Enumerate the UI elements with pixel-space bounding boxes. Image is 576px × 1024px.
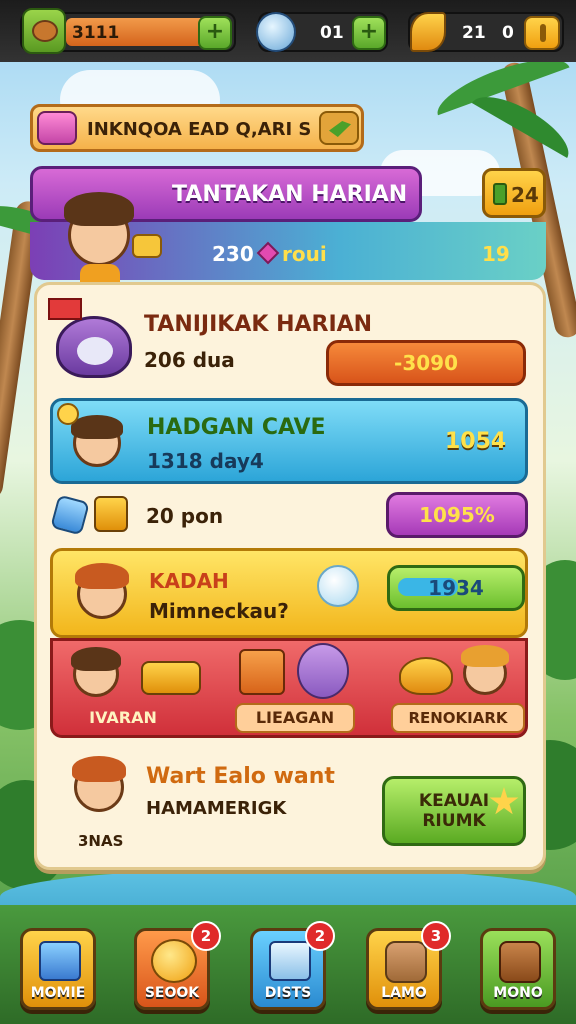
daily-task-title: TANTAKAN HARIAN (172, 182, 408, 207)
bottom-card-sub: HAMAMERIGK (146, 798, 287, 819)
bread-icon (399, 657, 453, 695)
nav-mono[interactable]: MONO (480, 928, 556, 1010)
star-badge-icon (57, 403, 79, 425)
energy-count: 21 (462, 23, 486, 43)
header-sub-value: 230 (212, 242, 254, 266)
task-2-value: 1054 (445, 429, 507, 454)
bottom-card-title: Wart Ealo want (146, 764, 335, 789)
task-3-sub: 20 pon (146, 504, 224, 528)
task-3-value: 1095% (419, 503, 495, 527)
player-avatar (50, 180, 162, 284)
flag-icon (48, 298, 82, 320)
battery-icon (493, 183, 507, 205)
nav-lamo-badge: 3 (421, 921, 451, 951)
add-coins-button[interactable]: + (198, 16, 232, 50)
energy-add-button[interactable] (524, 16, 560, 50)
task-4-value: 1934 (428, 576, 484, 600)
nav-home[interactable]: MOMIE (20, 928, 96, 1010)
header-sub-label: roui (282, 242, 327, 266)
star-kid-avatar (67, 559, 137, 631)
purple-pet-icon (297, 643, 349, 699)
battery-badge[interactable]: 24 (482, 168, 546, 218)
nav-lamo[interactable]: LAMO 3 (366, 921, 451, 1010)
nav-book-label: SEOOK (144, 985, 200, 1001)
task-2-title: HADGAN CAVE (147, 415, 326, 440)
resource-gems: 01 + (256, 12, 388, 52)
task-4-sub: Mimneckau? (149, 599, 289, 623)
reward-label-1[interactable]: IVARAN (63, 703, 183, 733)
battery-badge-value: 24 (511, 183, 539, 207)
reward-label-3-text: RENOKIARK (408, 709, 508, 727)
add-gems-button[interactable]: + (352, 16, 386, 50)
task-row-2[interactable]: HADGAN CAVE 1318 day4 1054 (50, 398, 528, 484)
glove-icon (141, 661, 201, 695)
task-4-title: KADAH (149, 569, 229, 593)
claim-button-line-2: RIUMK (422, 811, 486, 831)
task-row-3[interactable]: 20 pon 1095% (50, 490, 528, 542)
task-3-value-button[interactable]: 1095% (386, 492, 528, 538)
nav-book[interactable]: SEOOK 2 (134, 921, 221, 1010)
totem-icon (499, 941, 541, 983)
girl-wave-avatar (64, 754, 138, 830)
task-row-1[interactable]: TANIJIKAK HARIAN 206 dua -3090 (46, 296, 532, 392)
reward-label-2[interactable]: LIEAGAN (235, 703, 355, 733)
event-banner[interactable]: INKNQOA EAD Q,ARI S (30, 104, 364, 152)
header-right-value: 19 (482, 242, 510, 266)
nav-dists[interactable]: DISTS 2 (250, 921, 335, 1010)
reward-label-1-text: IVARAN (89, 708, 157, 727)
nav-dists-label: DISTS (264, 985, 312, 1001)
task-2-sub: 1318 day4 (147, 449, 264, 473)
box-icon (39, 941, 81, 981)
gem-icon (256, 12, 296, 52)
avatar-label: 3NAS (78, 832, 124, 850)
bottom-task-card[interactable]: 3NAS Wart Ealo want HAMAMERIGK KEAUAI RI… (50, 752, 528, 860)
arrow-icon (319, 111, 359, 145)
cube-icon (269, 941, 311, 981)
claim-button[interactable]: KEAUAI RIUMK (382, 776, 526, 846)
boy-avatar (69, 645, 125, 701)
task-1-sub: 206 dua (144, 348, 235, 372)
energy-secondary-count: 0 (502, 23, 514, 43)
banner-title: INKNQOA EAD Q,ARI S (87, 119, 312, 140)
treasure-box-icon (37, 111, 77, 145)
book-icon (239, 649, 285, 695)
top-resource-bar: 3111 + 01 + 21 0 (0, 0, 576, 62)
resource-energy: 21 0 (408, 12, 564, 52)
purple-creature-icon (56, 316, 132, 378)
daily-task-header: TANTAKAN HARIAN 24 230 roui 19 (30, 166, 548, 286)
nav-home-label: MOMIE (30, 985, 86, 1001)
cookie-icon (32, 20, 58, 42)
task-1-value: -3090 (394, 351, 458, 375)
task-row-4[interactable]: KADAH Mimneckau? 1934 (50, 548, 528, 638)
bear-icon (385, 941, 427, 983)
shield-icon (50, 494, 90, 536)
resource-coins: 3111 + (20, 8, 236, 54)
task-4-progress-button[interactable]: 1934 (387, 565, 525, 611)
nav-book-badge: 2 (191, 921, 221, 951)
card-icon (94, 496, 128, 532)
elf-avatar (457, 643, 513, 701)
reward-strip: IVARAN LIEAGAN RENOKIARK (50, 638, 528, 738)
reward-label-2-text: LIEAGAN (255, 708, 335, 727)
leaf-icon (410, 12, 446, 52)
nav-dists-badge: 2 (305, 921, 335, 951)
reward-label-3[interactable]: RENOKIARK (391, 703, 525, 733)
bubble-icon (317, 565, 359, 607)
task-1-value-button[interactable]: -3090 (326, 340, 526, 386)
coin-count: 3111 (72, 23, 120, 43)
gem-count: 01 (320, 23, 344, 43)
task-1-title: TANIJIKAK HARIAN (144, 312, 373, 337)
smiley-icon (151, 939, 197, 983)
nav-mono-label: MONO (493, 985, 543, 1001)
nav-lamo-label: LAMO (381, 985, 427, 1001)
magic-glove-icon (132, 234, 162, 258)
